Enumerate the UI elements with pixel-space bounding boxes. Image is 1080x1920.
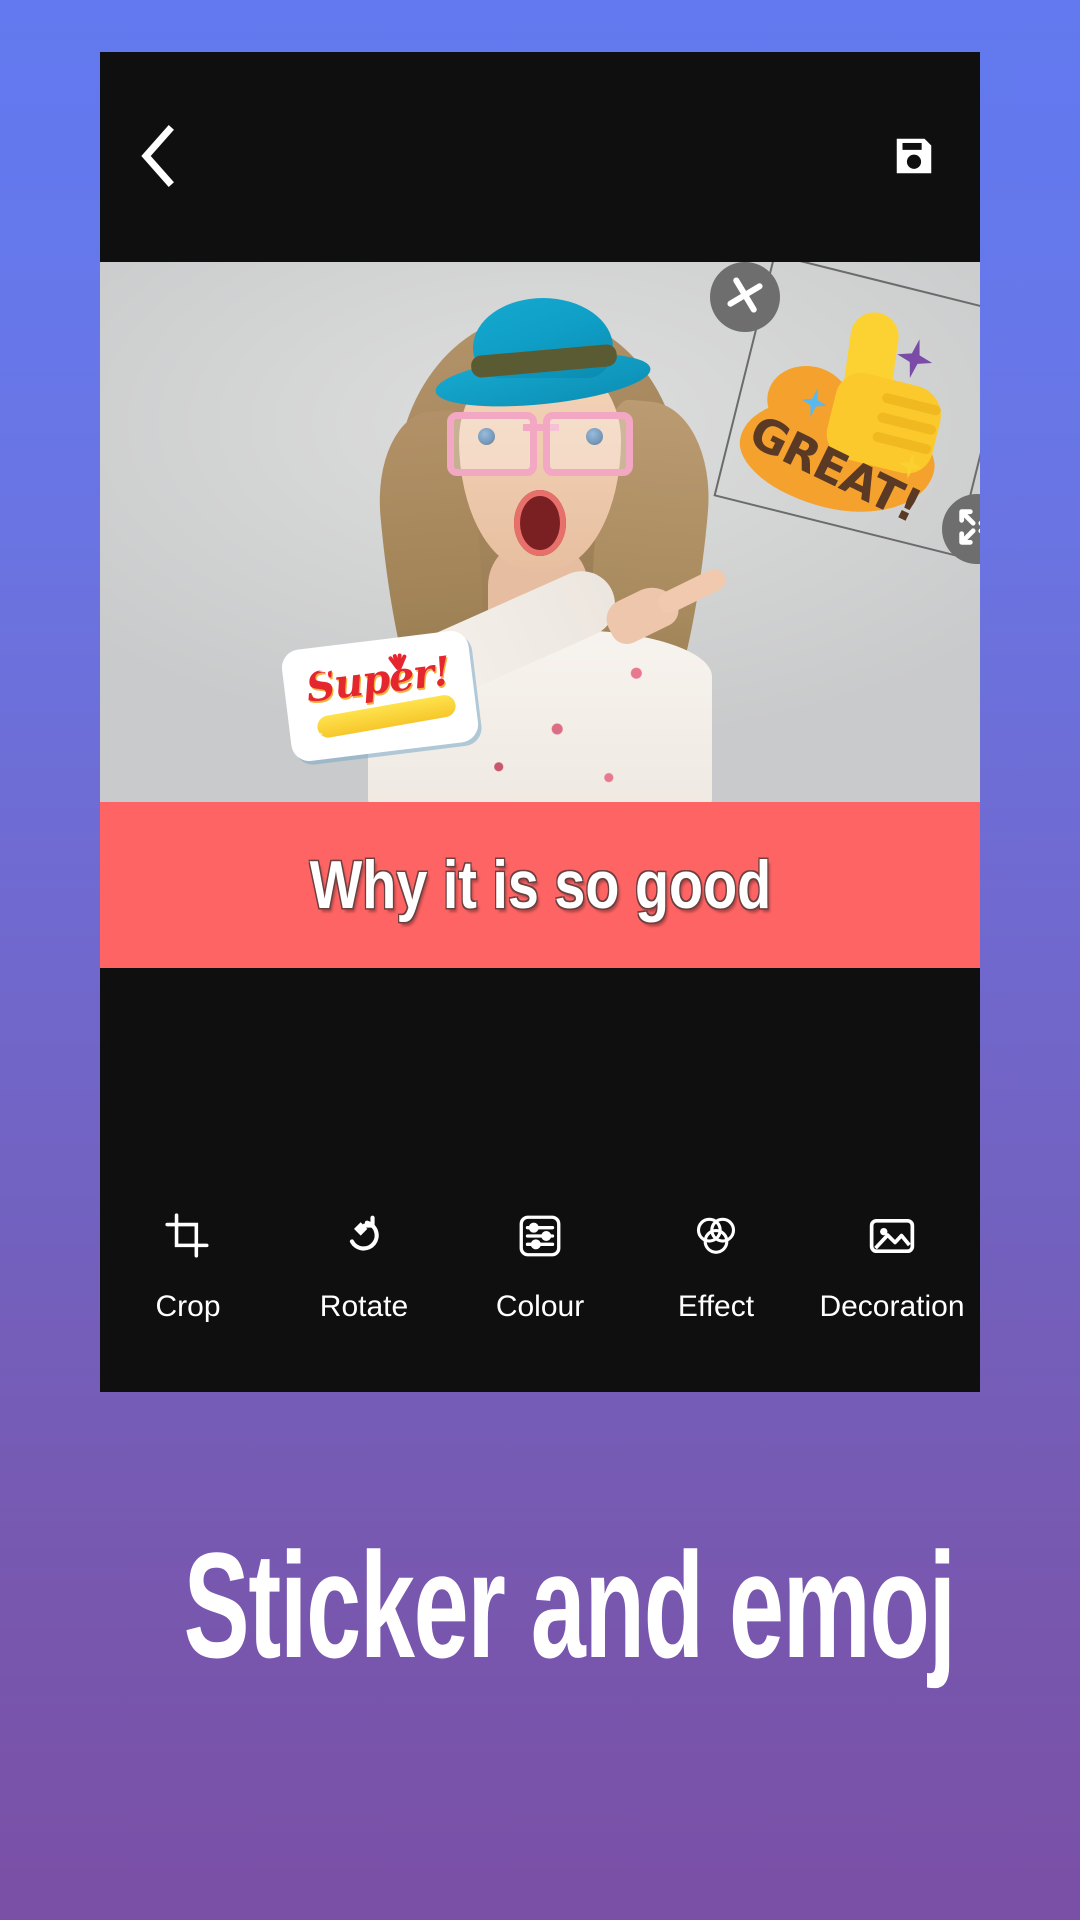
tool-crop[interactable]: Crop — [108, 1208, 268, 1324]
tool-decoration-label: Decoration — [819, 1290, 965, 1323]
close-x-icon — [724, 274, 766, 321]
tool-crop-label: Crop — [155, 1290, 221, 1323]
tool-colour-label: Colour — [495, 1290, 585, 1323]
save-floppy-icon — [891, 133, 937, 184]
save-button[interactable] — [878, 122, 950, 194]
crop-icon — [163, 1208, 213, 1264]
tool-effect-label: Effect — [677, 1290, 755, 1323]
teal-hat — [433, 298, 653, 416]
back-button[interactable] — [122, 122, 194, 194]
tool-decoration[interactable]: Decoration — [812, 1208, 972, 1324]
editor-toolbar: Crop Rotate Colour Effect Decoration — [100, 968, 980, 1392]
editor-panel: Super! GREAT! Why it is so good Crop Rot… — [100, 52, 980, 1392]
sticker-super[interactable]: Super! — [279, 628, 481, 764]
venn-circles-icon — [691, 1208, 741, 1264]
sticker-delete-handle[interactable] — [710, 262, 780, 332]
sliders-icon — [515, 1208, 565, 1264]
promo-headline: Sticker and emoj — [183, 1521, 956, 1689]
tool-rotate[interactable]: Rotate — [284, 1208, 444, 1324]
tool-effect[interactable]: Effect — [636, 1208, 796, 1324]
resize-arrows-icon — [954, 504, 980, 555]
caption-bar[interactable]: Why it is so good — [100, 802, 980, 968]
chevron-left-icon — [138, 124, 178, 192]
photo-canvas[interactable]: Super! GREAT! — [100, 262, 980, 802]
image-icon — [866, 1208, 918, 1264]
caption-text: Why it is so good — [309, 847, 771, 923]
rotate-icon — [339, 1208, 389, 1264]
tool-colour[interactable]: Colour — [460, 1208, 620, 1324]
tool-rotate-label: Rotate — [319, 1290, 409, 1323]
pink-glasses — [447, 412, 633, 476]
editor-topbar — [100, 52, 980, 262]
